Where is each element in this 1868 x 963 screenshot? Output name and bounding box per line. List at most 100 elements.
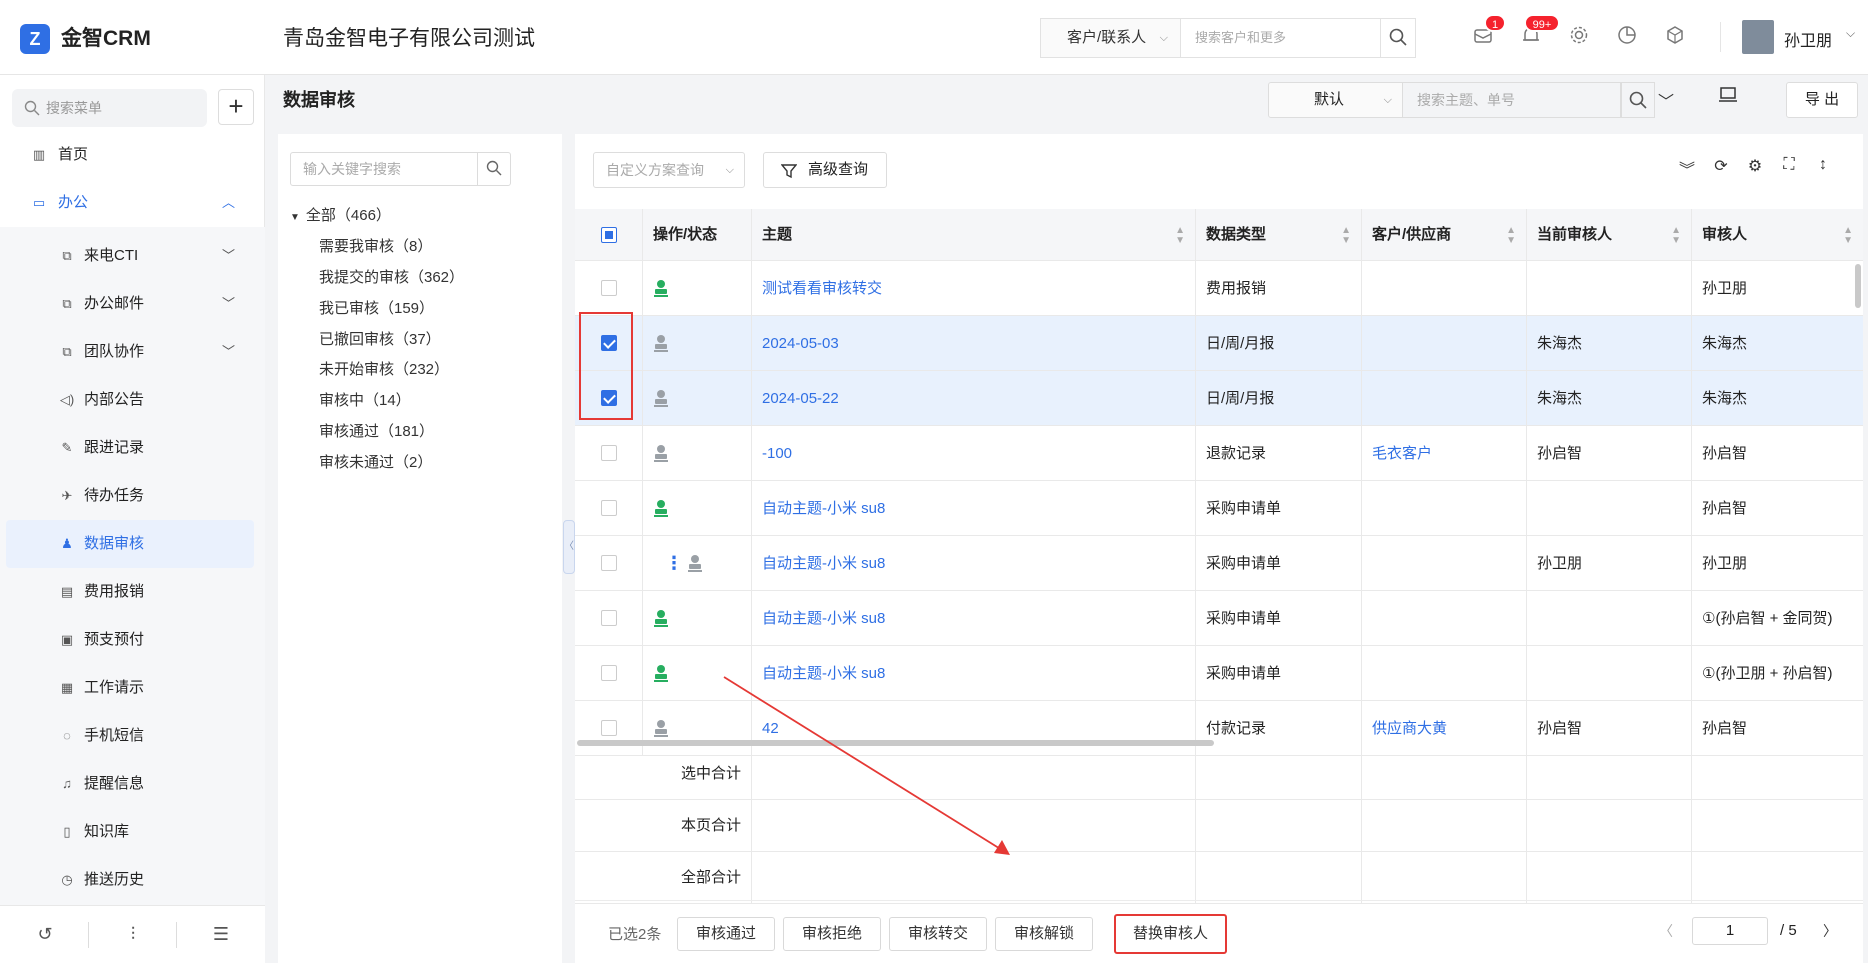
sidebar-item-push-history[interactable]: ◷ 推送历史 — [0, 856, 265, 904]
customer-link[interactable]: 毛衣客户 — [1362, 426, 1527, 480]
sidebar-item-data-audit[interactable]: ♟ 数据审核 — [6, 520, 254, 568]
sidebar-item-sms[interactable]: ◌ 手机短信 — [0, 712, 265, 760]
customer-link[interactable] — [1362, 536, 1527, 590]
unlock-button[interactable]: 审核解锁 — [995, 917, 1093, 951]
sidebar-item-todo[interactable]: ✈ 待办任务 — [0, 472, 265, 520]
subject-link[interactable]: 自动主题-小米 su8 — [752, 591, 1196, 645]
subject-link[interactable]: 2024-05-03 — [752, 316, 1196, 370]
subject-link[interactable]: 42 — [752, 701, 1196, 755]
history-icon[interactable]: ↺ — [30, 924, 60, 945]
column-header-type[interactable]: 数据类型 ▲ ▼ — [1196, 209, 1362, 260]
tree-node[interactable]: 我已审核（159） — [319, 299, 434, 319]
collapse-menu-icon[interactable]: ☰ — [206, 924, 236, 945]
tree-node[interactable]: 未开始审核（232） — [319, 360, 449, 380]
table-row[interactable]: 自动主题-小米 su8 采购申请单 ①(孙卫朋 + 孙启智) — [575, 646, 1863, 701]
customer-link[interactable] — [1362, 261, 1527, 315]
next-page-icon[interactable]: 〉 — [1823, 921, 1837, 941]
export-button[interactable]: 导 出 — [1786, 82, 1858, 118]
sidebar-item-followup[interactable]: ✎ 跟进记录 — [0, 424, 265, 472]
sliders-icon[interactable]: ⫶ — [118, 924, 148, 945]
customer-link[interactable] — [1362, 371, 1527, 425]
row-height-icon[interactable]: ↕ — [1811, 156, 1835, 174]
search-scope-select[interactable]: 客户/联系人 ⌵ — [1040, 18, 1180, 58]
page-number-input[interactable]: 1 — [1692, 917, 1768, 945]
customer-link[interactable]: 供应商大黄 — [1362, 701, 1527, 755]
subject-link[interactable]: 测试看看审核转交 — [752, 261, 1196, 315]
transfer-button[interactable]: 审核转交 — [889, 917, 987, 951]
sidebar-item-reminder[interactable]: ♫ 提醒信息 — [0, 760, 265, 808]
tree-node[interactable]: 已撤回审核（37） — [319, 330, 441, 350]
prev-page-icon[interactable]: 〈 — [1659, 921, 1673, 941]
sidebar-item-notice[interactable]: ◁) 内部公告 — [0, 376, 265, 424]
column-header-auditor[interactable]: 审核人 ▲ ▼ — [1692, 209, 1863, 260]
row-checkbox[interactable] — [601, 445, 617, 461]
column-header-current-auditor[interactable]: 当前审核人 ▲ ▼ — [1527, 209, 1692, 260]
sort-icon[interactable]: ▲ ▼ — [1341, 209, 1351, 246]
sidebar-item-home[interactable]: ▥ 首页 — [0, 131, 265, 179]
tree-node[interactable]: 审核中（14） — [319, 391, 411, 411]
search-icon[interactable] — [477, 152, 511, 186]
table-row[interactable]: -100 退款记录 毛衣客户 孙启智 孙启智 — [575, 426, 1863, 481]
sidebar-item-request[interactable]: ▦ 工作请示 — [0, 664, 265, 712]
table-row[interactable]: ⋮ 自动主题-小米 su8 采购申请单 孙卫朋 孙卫朋 — [575, 536, 1863, 591]
print-icon[interactable] — [1718, 86, 1738, 109]
customer-link[interactable] — [1362, 646, 1527, 700]
pie-chart-icon[interactable] — [1612, 24, 1642, 54]
row-checkbox[interactable] — [601, 720, 617, 736]
refresh-icon[interactable]: ⟳ — [1709, 156, 1733, 176]
tree-node[interactable]: 审核未通过（2） — [319, 453, 432, 473]
customer-link[interactable] — [1362, 591, 1527, 645]
subject-link[interactable]: 2024-05-22 — [752, 371, 1196, 425]
tree-node[interactable]: 需要我审核（8） — [319, 237, 432, 257]
reject-button[interactable]: 审核拒绝 — [783, 917, 881, 951]
column-header-subject[interactable]: 主题 ▲ ▼ — [752, 209, 1196, 260]
sidebar-item-expense[interactable]: ▤ 费用报销 — [0, 568, 265, 616]
sort-icon[interactable]: ▲ ▼ — [1843, 209, 1853, 246]
double-chevron-down-icon[interactable]: ︾ — [1675, 156, 1699, 180]
username[interactable]: 孙卫朋 — [1784, 27, 1832, 51]
tree-node[interactable]: 审核通过（181） — [319, 422, 434, 442]
sort-icon[interactable]: ▲ ▼ — [1506, 209, 1516, 246]
column-header-customer[interactable]: 客户/供应商 ▲ ▼ — [1362, 209, 1527, 260]
search-icon[interactable] — [1380, 18, 1416, 58]
custom-scheme-select[interactable]: 自定义方案查询 ⌵ — [593, 152, 745, 188]
table-row[interactable]: 自动主题-小米 su8 采购申请单 孙启智 — [575, 481, 1863, 536]
row-checkbox[interactable] — [601, 555, 617, 571]
more-actions-icon[interactable]: ⋮ — [665, 536, 683, 590]
fullscreen-icon[interactable]: ⛶ — [1777, 156, 1801, 174]
approve-button[interactable]: 审核通过 — [677, 917, 775, 951]
subject-link[interactable]: -100 — [752, 426, 1196, 480]
search-icon[interactable] — [1621, 82, 1655, 118]
sort-icon[interactable]: ▲ ▼ — [1175, 209, 1185, 246]
global-search-input[interactable]: 搜索客户和更多 — [1180, 18, 1380, 58]
select-all-checkbox[interactable] — [601, 227, 617, 243]
customer-link[interactable] — [1362, 481, 1527, 535]
sidebar-item-prepay[interactable]: ▣ 预支预付 — [0, 616, 265, 664]
sidebar-item-mail[interactable]: ⧉ 办公邮件 ﹀ — [0, 280, 265, 328]
sidebar-item-cti[interactable]: ⧉ 来电CTI ﹀ — [0, 232, 265, 280]
gear-icon[interactable] — [1564, 24, 1594, 54]
subject-link[interactable]: 自动主题-小米 su8 — [752, 481, 1196, 535]
customer-link[interactable] — [1362, 316, 1527, 370]
sidebar-item-team[interactable]: ⧉ 团队协作 ﹀ — [0, 328, 265, 376]
cube-icon[interactable] — [1660, 24, 1690, 54]
vertical-scrollbar[interactable] — [1855, 264, 1861, 308]
page-search-input[interactable]: 搜索主题、单号 — [1403, 82, 1621, 118]
menu-search-input[interactable]: 搜索菜单 — [12, 89, 207, 127]
table-row[interactable]: 自动主题-小米 su8 采购申请单 ①(孙启智 + 金同贺) — [575, 591, 1863, 646]
tree-root[interactable]: ▼ 全部（466） — [290, 206, 391, 228]
row-checkbox[interactable] — [601, 610, 617, 626]
table-row[interactable]: 2024-05-03 日/周/月报 朱海杰 朱海杰 — [575, 316, 1863, 371]
sidebar-item-office[interactable]: ▭ 办公 ︿ — [0, 179, 265, 227]
gear-icon[interactable]: ⚙ — [1743, 156, 1767, 176]
sidebar-item-knowledge[interactable]: ▯ 知识库 — [0, 808, 265, 856]
avatar[interactable] — [1742, 20, 1774, 54]
view-select[interactable]: 默认 ⌵ — [1268, 82, 1403, 118]
subject-link[interactable]: 自动主题-小米 su8 — [752, 646, 1196, 700]
subject-link[interactable]: 自动主题-小米 su8 — [752, 536, 1196, 590]
tree-search-input[interactable]: 输入关键字搜索 — [290, 152, 478, 186]
chevron-down-icon[interactable]: ⌵ — [1846, 26, 1855, 41]
chevron-down-icon[interactable]: ﹀ — [1658, 88, 1674, 112]
collapse-panel-handle[interactable]: 〈 — [563, 520, 575, 574]
row-checkbox[interactable] — [601, 665, 617, 681]
